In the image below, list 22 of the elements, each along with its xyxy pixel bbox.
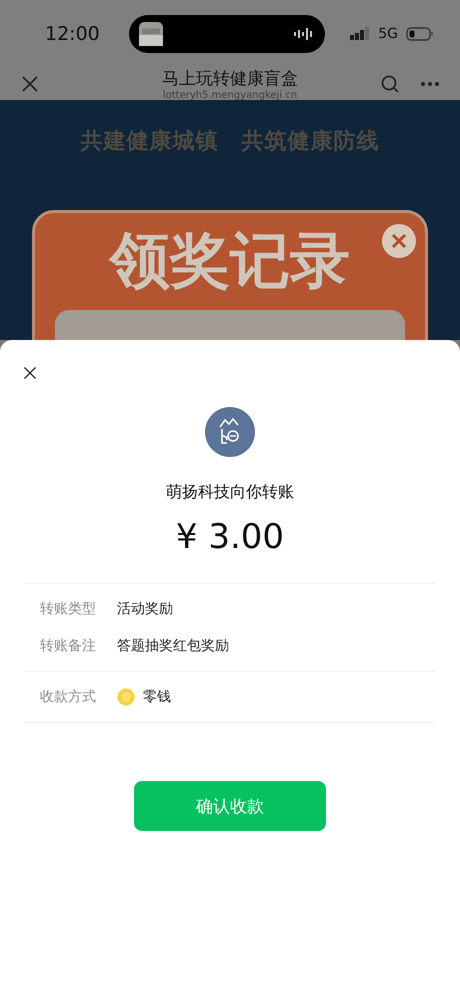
detail-value: 活动奖励 bbox=[117, 600, 173, 618]
close-icon[interactable] bbox=[22, 365, 38, 381]
coin-icon bbox=[117, 688, 135, 706]
sender-text: 萌扬科技向你转账 bbox=[166, 482, 294, 503]
audio-wave-icon bbox=[293, 28, 315, 40]
detail-label: 收款方式 bbox=[40, 688, 97, 706]
page-url: lotteryh5.mengyangkeji.cn bbox=[162, 90, 298, 101]
popup-title: 领奖记录 bbox=[110, 225, 350, 298]
search-icon[interactable] bbox=[380, 74, 400, 94]
signal-icon bbox=[350, 27, 370, 41]
status-time: 12:00 bbox=[45, 23, 101, 45]
detail-value: 零钱 bbox=[143, 688, 171, 706]
battery-icon bbox=[406, 27, 434, 41]
detail-label: 转账备注 bbox=[40, 637, 97, 655]
banner-slogan: 共建健康城镇 共筑健康防线 bbox=[80, 128, 380, 156]
avatar-icon bbox=[205, 407, 255, 457]
confirm-button[interactable]: 确认收款 bbox=[134, 781, 326, 831]
detail-label: 转账类型 bbox=[40, 600, 97, 618]
amount-text: ¥ 3.00 bbox=[176, 517, 284, 557]
network-label: 5G bbox=[378, 26, 398, 42]
page-title: 马上玩转健康盲盒 bbox=[162, 68, 298, 90]
detail-value: 答题抽奖红包奖励 bbox=[117, 637, 229, 655]
